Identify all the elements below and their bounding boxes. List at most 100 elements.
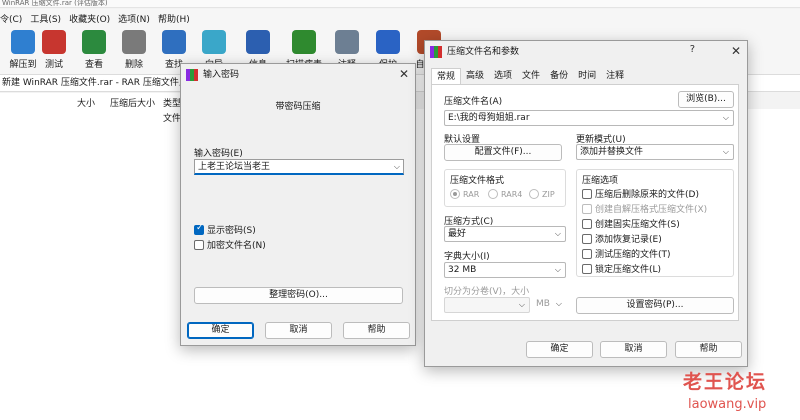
- protect-icon: [376, 30, 400, 54]
- menu-tools[interactable]: 工具(S): [30, 12, 69, 25]
- menu-commands[interactable]: 令(C): [0, 12, 30, 25]
- password-cancel-button[interactable]: 取消: [265, 322, 332, 339]
- toolbar-button-test[interactable]: 测试: [33, 28, 75, 74]
- dict-value: 32 MB: [448, 265, 477, 275]
- show-password-box[interactable]: [194, 223, 204, 235]
- find-icon: [162, 30, 186, 54]
- help-icon[interactable]: ?: [690, 44, 695, 55]
- format-rar4-label: RAR4: [501, 189, 523, 199]
- chevron-down-icon[interactable]: ⌵: [723, 145, 729, 159]
- chevron-down-icon[interactable]: ⌵: [555, 227, 561, 241]
- options-label: 压缩选项: [582, 176, 619, 186]
- format-rar4-dot[interactable]: [488, 189, 498, 199]
- option-label: 创建自解压格式压缩文件(X): [595, 205, 708, 215]
- comment-icon: [335, 30, 359, 54]
- option-label: 压缩后删除原来的文件(D): [595, 190, 699, 200]
- option-checkbox-box[interactable]: [582, 188, 592, 199]
- menu-help[interactable]: 帮助(H): [158, 12, 198, 25]
- encrypt-names-checkbox[interactable]: 加密文件名(N): [194, 238, 266, 251]
- option-checkbox-box[interactable]: [582, 248, 592, 259]
- option-checkbox-box[interactable]: [582, 218, 592, 229]
- password-help-button[interactable]: 帮助: [343, 322, 410, 339]
- chevron-down-icon[interactable]: ⌵: [723, 111, 729, 125]
- archive-help-button[interactable]: 帮助: [675, 341, 742, 358]
- option-label: 创建固实压缩文件(S): [595, 220, 680, 230]
- tab-comment[interactable]: 注释: [601, 68, 629, 84]
- split-unit-select[interactable]: MB ⌵: [533, 297, 566, 313]
- format-rar4-radio[interactable]: RAR4: [488, 189, 522, 199]
- menu-options[interactable]: 选项(N): [118, 12, 158, 25]
- format-rar-dot[interactable]: [450, 189, 460, 199]
- update-mode-value: 添加并替换文件: [580, 147, 644, 157]
- chevron-down-icon[interactable]: ⌵: [555, 263, 561, 277]
- toolbar-button-view[interactable]: 查看: [73, 28, 115, 74]
- archive-ok-button[interactable]: 确定: [526, 341, 593, 358]
- format-zip-label: ZIP: [542, 189, 555, 199]
- option-checkbox[interactable]: 锁定压缩文件(L): [582, 262, 661, 275]
- chevron-down-icon[interactable]: ⌵: [519, 298, 525, 312]
- window-title: WinRAR 压缩文件.rar (评估版本): [0, 0, 800, 8]
- split-size-select[interactable]: ⌵: [444, 297, 530, 313]
- option-checkbox[interactable]: 添加恢复记录(E): [582, 232, 662, 245]
- format-zip-dot[interactable]: [529, 189, 539, 199]
- tab-files[interactable]: 文件: [517, 68, 545, 84]
- toolbar-label: 测试: [44, 60, 63, 70]
- option-label: 锁定压缩文件(L): [595, 265, 662, 275]
- profiles-button[interactable]: 配置文件(F)...: [444, 144, 562, 161]
- menu-favorites[interactable]: 收藏夹(O): [69, 12, 118, 25]
- password-label: 输入密码(E): [194, 149, 243, 159]
- column-packed[interactable]: 压缩后大小: [110, 96, 155, 109]
- password-ok-button[interactable]: 确定: [187, 322, 254, 339]
- chevron-down-icon[interactable]: ⌵: [394, 160, 400, 173]
- option-checkbox[interactable]: 测试压缩的文件(T): [582, 247, 671, 260]
- tab-time[interactable]: 时间: [573, 68, 601, 84]
- format-label: 压缩文件格式: [450, 176, 505, 186]
- show-password-label: 显示密码(S): [207, 226, 256, 236]
- option-checkbox[interactable]: 创建自解压格式压缩文件(X): [582, 202, 707, 215]
- tab-backup[interactable]: 备份: [545, 68, 573, 84]
- chevron-down-icon[interactable]: ⌵: [556, 297, 562, 311]
- close-icon[interactable]: ✕: [399, 67, 409, 81]
- file-type-cell: 文件: [163, 114, 182, 124]
- split-unit-value: MB: [536, 299, 550, 309]
- format-zip-radio[interactable]: ZIP: [529, 189, 555, 199]
- scan-virus-icon: [292, 30, 316, 54]
- organize-passwords-button[interactable]: 整理密码(O)...: [194, 287, 403, 304]
- watermark-title: 老王论坛: [683, 371, 768, 393]
- toolbar-label: 删除: [124, 60, 143, 70]
- update-mode-select[interactable]: 添加并替换文件 ⌵: [576, 144, 734, 160]
- view-icon: [82, 30, 106, 54]
- show-password-checkbox[interactable]: 显示密码(S): [194, 223, 256, 236]
- toolbar-button-delete[interactable]: 删除: [113, 28, 155, 74]
- tab-advanced[interactable]: 高级: [461, 68, 489, 84]
- option-checkbox-box[interactable]: [582, 233, 592, 244]
- archive-cancel-button[interactable]: 取消: [600, 341, 667, 358]
- archive-name-input[interactable]: E:\我的母狗姐姐.rar ⌵: [444, 110, 734, 126]
- archive-name-label: 压缩文件名(A): [444, 97, 503, 107]
- option-checkbox[interactable]: 压缩后删除原来的文件(D): [582, 187, 699, 200]
- browse-button[interactable]: 浏览(B)...: [678, 91, 734, 108]
- archive-name-value: E:\我的母狗姐姐.rar: [448, 113, 530, 123]
- tab-options[interactable]: 选项: [489, 68, 517, 84]
- tab-strip: 常规 高级 选项 文件 备份 时间 注释: [431, 68, 629, 84]
- set-password-button[interactable]: 设置密码(P)...: [576, 297, 734, 314]
- tab-general[interactable]: 常规: [431, 68, 462, 84]
- close-icon[interactable]: ✕: [731, 44, 741, 58]
- option-checkbox[interactable]: 创建固实压缩文件(S): [582, 217, 680, 230]
- info-icon: [246, 30, 270, 54]
- password-input[interactable]: 上老王论坛当老王 ⌵: [194, 159, 404, 175]
- column-size[interactable]: 大小: [77, 96, 95, 109]
- toolbar-label: 查看: [84, 60, 103, 70]
- encrypt-names-label: 加密文件名(N): [207, 241, 266, 251]
- extract-icon: [11, 30, 35, 54]
- method-select[interactable]: 最好 ⌵: [444, 226, 566, 242]
- password-value: 上老王论坛当老王: [198, 162, 271, 172]
- dict-select[interactable]: 32 MB ⌵: [444, 262, 566, 278]
- format-rar-label: RAR: [463, 189, 480, 199]
- encrypt-names-box[interactable]: [194, 239, 204, 250]
- option-checkbox-box[interactable]: [582, 203, 592, 214]
- dict-label: 字典大小(I): [444, 252, 490, 262]
- option-checkbox-box[interactable]: [582, 263, 592, 274]
- column-type[interactable]: 类型: [163, 96, 181, 109]
- format-rar-radio[interactable]: RAR: [450, 189, 479, 199]
